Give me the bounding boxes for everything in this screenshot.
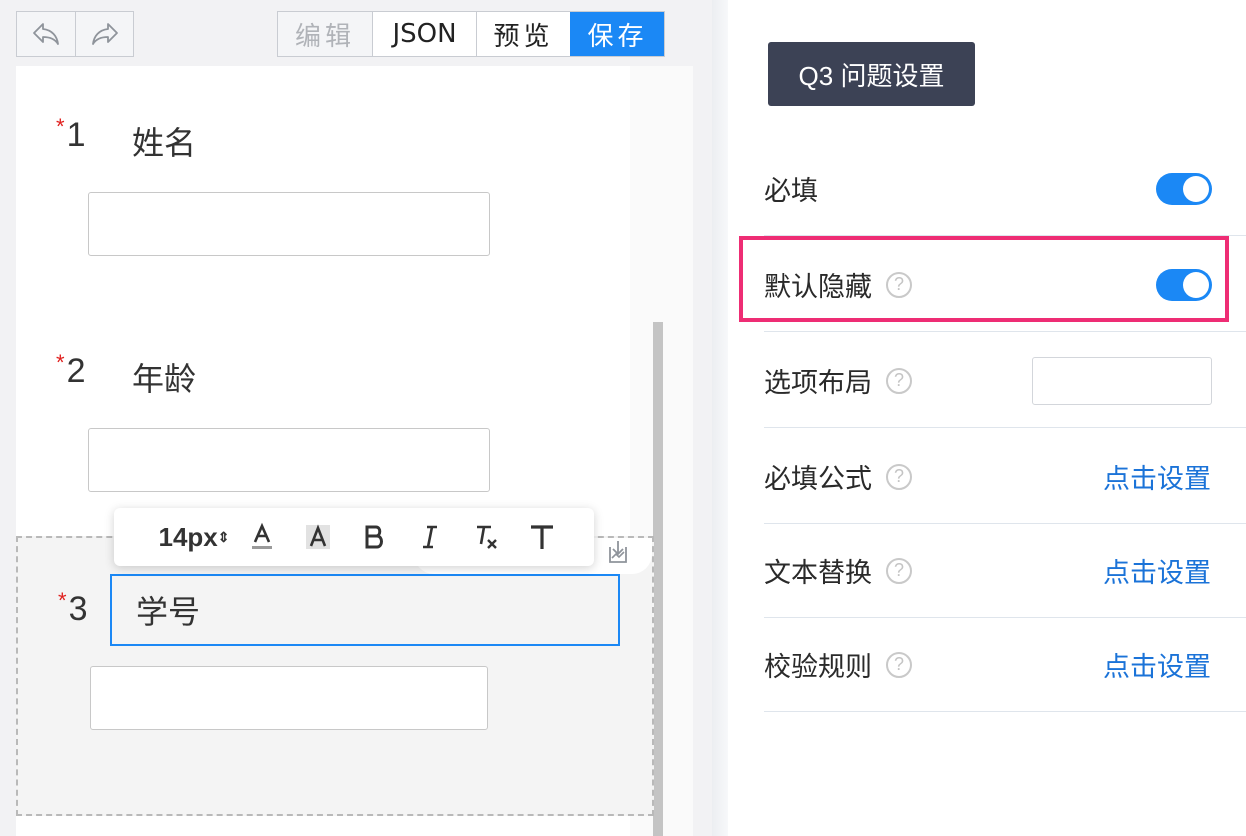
required-formula-link[interactable]: 点击设置 — [1103, 457, 1211, 496]
setting-label-group: 文本替换? — [764, 551, 912, 590]
help-icon[interactable]: ? — [886, 651, 912, 678]
setting-label-group: 选项布局? — [764, 361, 912, 400]
question-title[interactable]: 年龄 — [132, 354, 196, 400]
setting-label: 校验规则 — [764, 652, 872, 683]
undo-icon — [33, 23, 59, 45]
setting-required: 必填 — [764, 142, 1246, 236]
question-number-text: 3 — [68, 590, 88, 628]
answer-input[interactable] — [90, 666, 488, 730]
highlight-box — [739, 236, 1229, 322]
setting-label: 必填 — [764, 176, 818, 207]
bold-button[interactable] — [346, 508, 402, 566]
save-button[interactable]: 保存 — [570, 12, 664, 56]
text-format-toolbar: 14px ⇕ — [114, 508, 594, 566]
required-toggle[interactable] — [1156, 172, 1212, 205]
text-style-button[interactable] — [514, 508, 570, 566]
font-size-select[interactable]: 14px ⇕ — [154, 508, 234, 566]
help-icon[interactable]: ? — [886, 463, 912, 490]
font-size-value: 14px — [158, 521, 218, 552]
text-replace-link[interactable]: 点击设置 — [1103, 551, 1211, 590]
toggle-knob — [1183, 175, 1209, 202]
background-color-button[interactable] — [290, 508, 346, 566]
setting-label: 文本替换 — [764, 558, 872, 589]
undo-button[interactable] — [17, 12, 75, 56]
preview-button[interactable]: 预览 — [476, 12, 570, 56]
required-mark: * — [56, 114, 65, 139]
answer-input[interactable] — [88, 428, 490, 492]
question-title[interactable]: 姓名 — [132, 118, 196, 164]
italic-button[interactable] — [402, 508, 458, 566]
pane-divider — [712, 0, 728, 836]
required-mark: * — [56, 350, 65, 375]
setting-label-group: 必填公式? — [764, 457, 912, 496]
question-number-text: 1 — [66, 116, 86, 154]
json-button[interactable]: JSON — [372, 12, 476, 56]
answer-input[interactable] — [88, 192, 490, 256]
settings-title: Q3 问题设置 — [768, 42, 975, 106]
required-mark: * — [58, 588, 67, 613]
setting-label: 选项布局 — [764, 368, 872, 399]
edit-button[interactable]: 编辑 — [278, 12, 372, 56]
clear-format-button[interactable] — [458, 508, 514, 566]
history-buttons — [16, 11, 134, 57]
bold-icon — [365, 525, 383, 549]
form-editor: 编辑 JSON 预览 保存 *1 姓名 *2 年龄 *3 学号 14px ⇕ Q… — [0, 0, 1246, 836]
question-number-text: 2 — [66, 352, 86, 390]
question-title-editor[interactable]: 学号 — [110, 574, 620, 646]
mode-switcher: 编辑 JSON 预览 保存 — [277, 11, 665, 57]
setting-option-layout: 选项布局? — [764, 334, 1246, 428]
export-icon[interactable] — [604, 538, 632, 566]
clear-format-icon — [477, 525, 497, 549]
setting-label-group: 校验规则? — [764, 645, 912, 684]
background-color-icon — [306, 524, 330, 549]
setting-text-replace: 文本替换? 点击设置 — [764, 524, 1246, 618]
help-icon[interactable]: ? — [886, 367, 912, 394]
option-layout-select[interactable] — [1032, 356, 1212, 405]
scrollbar[interactable] — [653, 322, 663, 836]
question-number: *2 — [56, 350, 86, 391]
question-number: *3 — [58, 588, 88, 629]
font-color-button[interactable] — [234, 508, 290, 566]
updown-icon: ⇕ — [217, 528, 230, 545]
italic-icon — [423, 525, 437, 549]
font-color-icon — [252, 522, 272, 549]
redo-icon — [91, 23, 118, 45]
setting-label: 必填公式 — [764, 464, 872, 495]
setting-required-formula: 必填公式? 点击设置 — [764, 430, 1246, 524]
help-icon[interactable]: ? — [886, 557, 912, 584]
validation-rules-link[interactable]: 点击设置 — [1103, 645, 1211, 684]
setting-validation-rules: 校验规则? 点击设置 — [764, 618, 1246, 712]
question-number: *1 — [56, 114, 86, 155]
text-icon — [531, 525, 553, 549]
redo-button[interactable] — [75, 12, 133, 56]
